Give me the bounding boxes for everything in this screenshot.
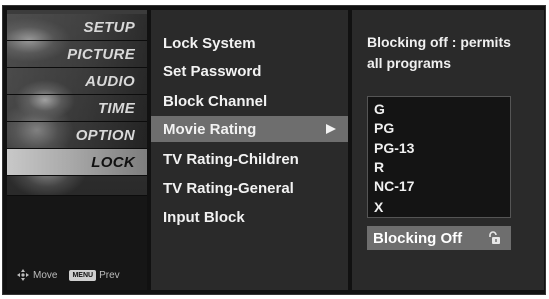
menu-item-block-channel[interactable]: Block Channel xyxy=(151,88,348,114)
unlocked-padlock-icon xyxy=(489,231,500,244)
move-arrows-icon xyxy=(17,269,29,281)
description-line: all programs xyxy=(367,55,452,71)
menu-item-lock-system[interactable]: Lock System xyxy=(151,30,348,56)
rating-description: Blocking off : permits all programs xyxy=(367,32,537,74)
menu-item-label: Set Password xyxy=(163,62,262,80)
menu-item-label: Movie Rating xyxy=(163,120,257,138)
menu-item-tv-rating-children[interactable]: TV Rating-Children xyxy=(151,146,348,172)
tab-lock-label: LOCK xyxy=(91,153,135,171)
menu-item-set-password[interactable]: Set Password xyxy=(151,58,348,84)
menu-item-label: Input Block xyxy=(163,208,245,226)
menu-item-label: Lock System xyxy=(163,34,256,52)
category-tabs: SETUP PICTURE AUDIO TIME OPTION LOCK Mov… xyxy=(7,10,147,290)
menu-item-label: Block Channel xyxy=(163,92,268,110)
menu-item-tv-rating-general[interactable]: TV Rating-General xyxy=(151,175,348,201)
rating-option-x[interactable]: X xyxy=(374,199,383,215)
tab-audio[interactable]: AUDIO xyxy=(7,68,147,95)
navigation-hints: Move MENU Prev xyxy=(7,266,147,284)
blocking-off-selection[interactable]: Blocking Off xyxy=(367,226,511,250)
tab-option-label: OPTION xyxy=(75,126,135,144)
description-line: Blocking off : permits xyxy=(367,34,511,50)
tab-setup-label: SETUP xyxy=(83,18,135,36)
blocking-off-label: Blocking Off xyxy=(373,229,463,247)
submenu-arrow-icon xyxy=(326,124,336,134)
rating-option-pg[interactable]: PG xyxy=(374,120,394,136)
rating-options-list: G PG PG-13 R NC-17 X xyxy=(367,96,511,218)
tab-picture-label: PICTURE xyxy=(67,45,135,63)
tab-audio-label: AUDIO xyxy=(85,72,135,90)
tv-osd-menu: SETUP PICTURE AUDIO TIME OPTION LOCK Mov… xyxy=(2,5,546,295)
tab-picture[interactable]: PICTURE xyxy=(7,41,147,68)
rating-option-pg-13[interactable]: PG-13 xyxy=(374,140,414,156)
tab-lock[interactable]: LOCK xyxy=(7,149,147,176)
menu-item-input-block[interactable]: Input Block xyxy=(151,204,348,230)
move-hint: Move xyxy=(33,269,58,281)
menu-item-movie-rating[interactable]: Movie Rating xyxy=(151,116,348,142)
prev-hint: Prev xyxy=(99,269,120,281)
tab-option[interactable]: OPTION xyxy=(7,122,147,149)
lock-menu: Lock System Set Password Block Channel M… xyxy=(151,10,348,290)
rating-option-g[interactable]: G xyxy=(374,101,385,117)
tab-spacer xyxy=(7,176,147,196)
tab-setup[interactable]: SETUP xyxy=(7,14,147,41)
menu-item-label: TV Rating-Children xyxy=(163,150,299,168)
menu-item-label: TV Rating-General xyxy=(163,179,294,197)
tab-time[interactable]: TIME xyxy=(7,95,147,122)
menu-key-icon: MENU xyxy=(69,269,97,281)
rating-option-r[interactable]: R xyxy=(374,159,384,175)
movie-rating-panel: Blocking off : permits all programs G PG… xyxy=(352,10,544,290)
tab-time-label: TIME xyxy=(97,99,135,117)
rating-option-nc-17[interactable]: NC-17 xyxy=(374,178,414,194)
